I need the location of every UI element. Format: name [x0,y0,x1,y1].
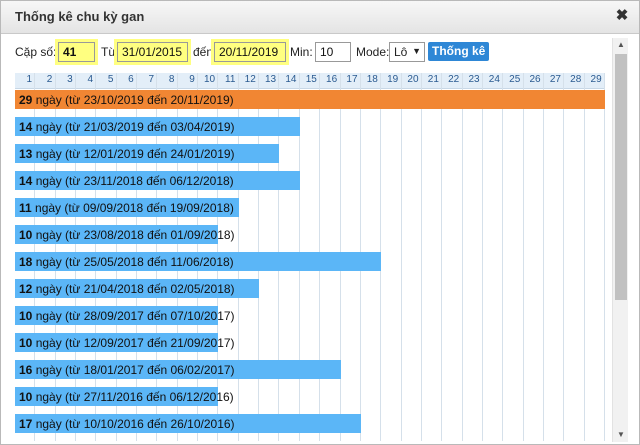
chart-row: 29 ngày (từ 23/10/2019 đến 20/11/2019) [15,90,605,109]
column-number: 5 [107,74,114,85]
bar-label: 29 ngày (từ 23/10/2019 đến 20/11/2019) [19,93,234,107]
column-number: 13 [265,74,277,85]
bar-label: 10 ngày (từ 28/09/2017 đến 07/10/2017) [19,309,235,323]
bar-label: 12 ngày (từ 21/04/2018 đến 02/05/2018) [19,282,235,296]
bar-label: 14 ngày (từ 21/03/2019 đến 03/04/2019) [19,120,235,134]
pair-label: Cặp số: [15,45,57,59]
column-number: 8 [168,74,175,85]
column-number: 6 [128,74,134,85]
column-number: 24 [488,74,500,85]
bar-days: 10 [19,336,33,350]
column-number: 26 [529,74,541,85]
column-number: 20 [407,74,419,85]
bar-label: 14 ngày (từ 23/11/2018 đến 06/12/2018) [19,174,234,188]
chart-row: 11 ngày (từ 09/09/2018 đến 19/09/2018) [15,198,605,217]
gan-cycle-chart: 1 2 3 4 5 6 7 8 9 10 11 12 13 14 15 16 17 18 19 20 21 22 23 24 2… [15,73,605,441]
column-number: 17 [346,74,358,85]
column-number: 22 [448,74,460,85]
column-number: 21 [427,74,439,85]
column-number: 10 [203,74,216,85]
column-number: 9 [189,74,195,85]
bar-label: 16 ngày (từ 18/01/2017 đến 06/02/2017) [19,363,235,377]
column-number: 28 [570,74,582,85]
dialog: Thống kê chu kỳ gan ✖ Cặp số: Từ đến Min… [0,0,640,445]
chart-row: 10 ngày (từ 27/11/2016 đến 06/12/2016) [15,387,605,406]
chart-rows: 29 ngày (từ 23/10/2019 đến 20/11/2019) 14… [15,90,605,441]
column-number: 29 [590,74,602,85]
chart-row: 16 ngày (từ 18/01/2017 đến 06/02/2017) [15,360,605,379]
chart-row: 10 ngày (từ 28/09/2017 đến 07/10/2017) [15,306,605,325]
submit-button[interactable]: Thống kê [428,42,490,61]
chart-row: 18 ngày (từ 25/05/2018 đến 11/06/2018) [15,252,605,271]
bar-label: 18 ngày (từ 25/05/2018 đến 11/06/2018) [19,255,234,269]
mode-select[interactable]: Lô ▼ [389,42,425,62]
mode-label: Mode: [356,45,390,59]
bar-days: 29 [19,93,33,107]
mode-select-value: Lô [394,45,408,59]
scroll-down-icon[interactable]: ▼ [613,428,629,442]
chart-row: 13 ngày (từ 12/01/2019 đến 24/01/2019) [15,144,605,163]
scroll-up-icon[interactable]: ▲ [613,38,629,52]
chart-row: 12 ngày (từ 21/04/2018 đến 02/05/2018) [15,279,605,298]
column-number: 15 [305,74,317,85]
bar-days: 14 [19,174,33,188]
bar-days: 10 [19,228,33,242]
bar-label: 10 ngày (từ 27/11/2016 đến 06/12/2016) [19,390,234,404]
vertical-scrollbar[interactable]: ▲ ▼ [612,38,628,442]
bar-label: 13 ngày (từ 12/01/2019 đến 24/01/2019) [19,147,235,161]
from-date-input[interactable] [117,42,188,62]
chart-row: 17 ngày (từ 10/10/2016 đến 26/10/2016) [15,414,605,433]
chevron-down-icon: ▼ [412,46,421,56]
bar-days: 10 [19,309,33,323]
to-date-input[interactable] [214,42,286,62]
min-input[interactable] [315,42,351,62]
column-number: 3 [67,74,73,85]
column-number: 12 [244,74,256,85]
column-number: 16 [326,74,338,85]
to-label: đến [193,45,214,59]
min-label: Min: [290,45,313,59]
column-number: 18 [366,74,378,85]
column-number: 1 [26,74,32,85]
dialog-title: Thống kê chu kỳ gan [15,9,145,24]
from-label: Từ [101,45,117,59]
chart-row: 10 ngày (từ 23/08/2018 đến 01/09/2018) [15,225,605,244]
bar-days: 18 [19,255,33,269]
chart-row: 14 ngày (từ 23/11/2018 đến 06/12/2018) [15,171,605,190]
column-header: 1 2 3 4 5 6 7 8 9 10 11 12 13 14 15 16 17 18 19 20 21 22 23 24 2… [15,73,605,89]
bar-days: 17 [19,417,33,431]
bar-label: 10 ngày (từ 12/09/2017 đến 21/09/2017) [19,336,235,350]
chart-row: 10 ngày (từ 12/09/2017 đến 21/09/2017) [15,333,605,352]
bar-label: 17 ngày (từ 10/10/2016 đến 26/10/2016) [19,417,235,431]
bar-days: 13 [19,147,33,161]
pair-input[interactable] [58,42,95,62]
column-number: 27 [549,74,561,85]
column-number: 19 [387,74,399,85]
column-number: 2 [46,74,53,85]
bar-label: 10 ngày (từ 23/08/2018 đến 01/09/2018) [19,228,235,242]
column-number: 11 [225,74,236,85]
scrollbar-thumb[interactable] [615,54,627,300]
bar-days: 16 [19,363,33,377]
bar-label: 11 ngày (từ 09/09/2018 đến 19/09/2018) [19,201,234,215]
filter-toolbar: Cặp số: Từ đến Min: Mode: Lô ▼ Thống kê [1,40,639,64]
bar-days: 11 [19,201,32,215]
column-number: 4 [87,74,94,85]
bar-days: 12 [19,282,33,296]
column-number: 23 [468,74,480,85]
column-number: 7 [148,74,155,85]
close-icon[interactable]: ✖ [613,7,631,25]
dialog-titlebar[interactable]: Thống kê chu kỳ gan ✖ [1,1,639,34]
column-number: 14 [285,74,297,85]
chart-row: 14 ngày (từ 21/03/2019 đến 03/04/2019) [15,117,605,136]
bar-days: 14 [19,120,33,134]
bar-days: 10 [19,390,33,404]
column-number: 25 [509,74,521,85]
